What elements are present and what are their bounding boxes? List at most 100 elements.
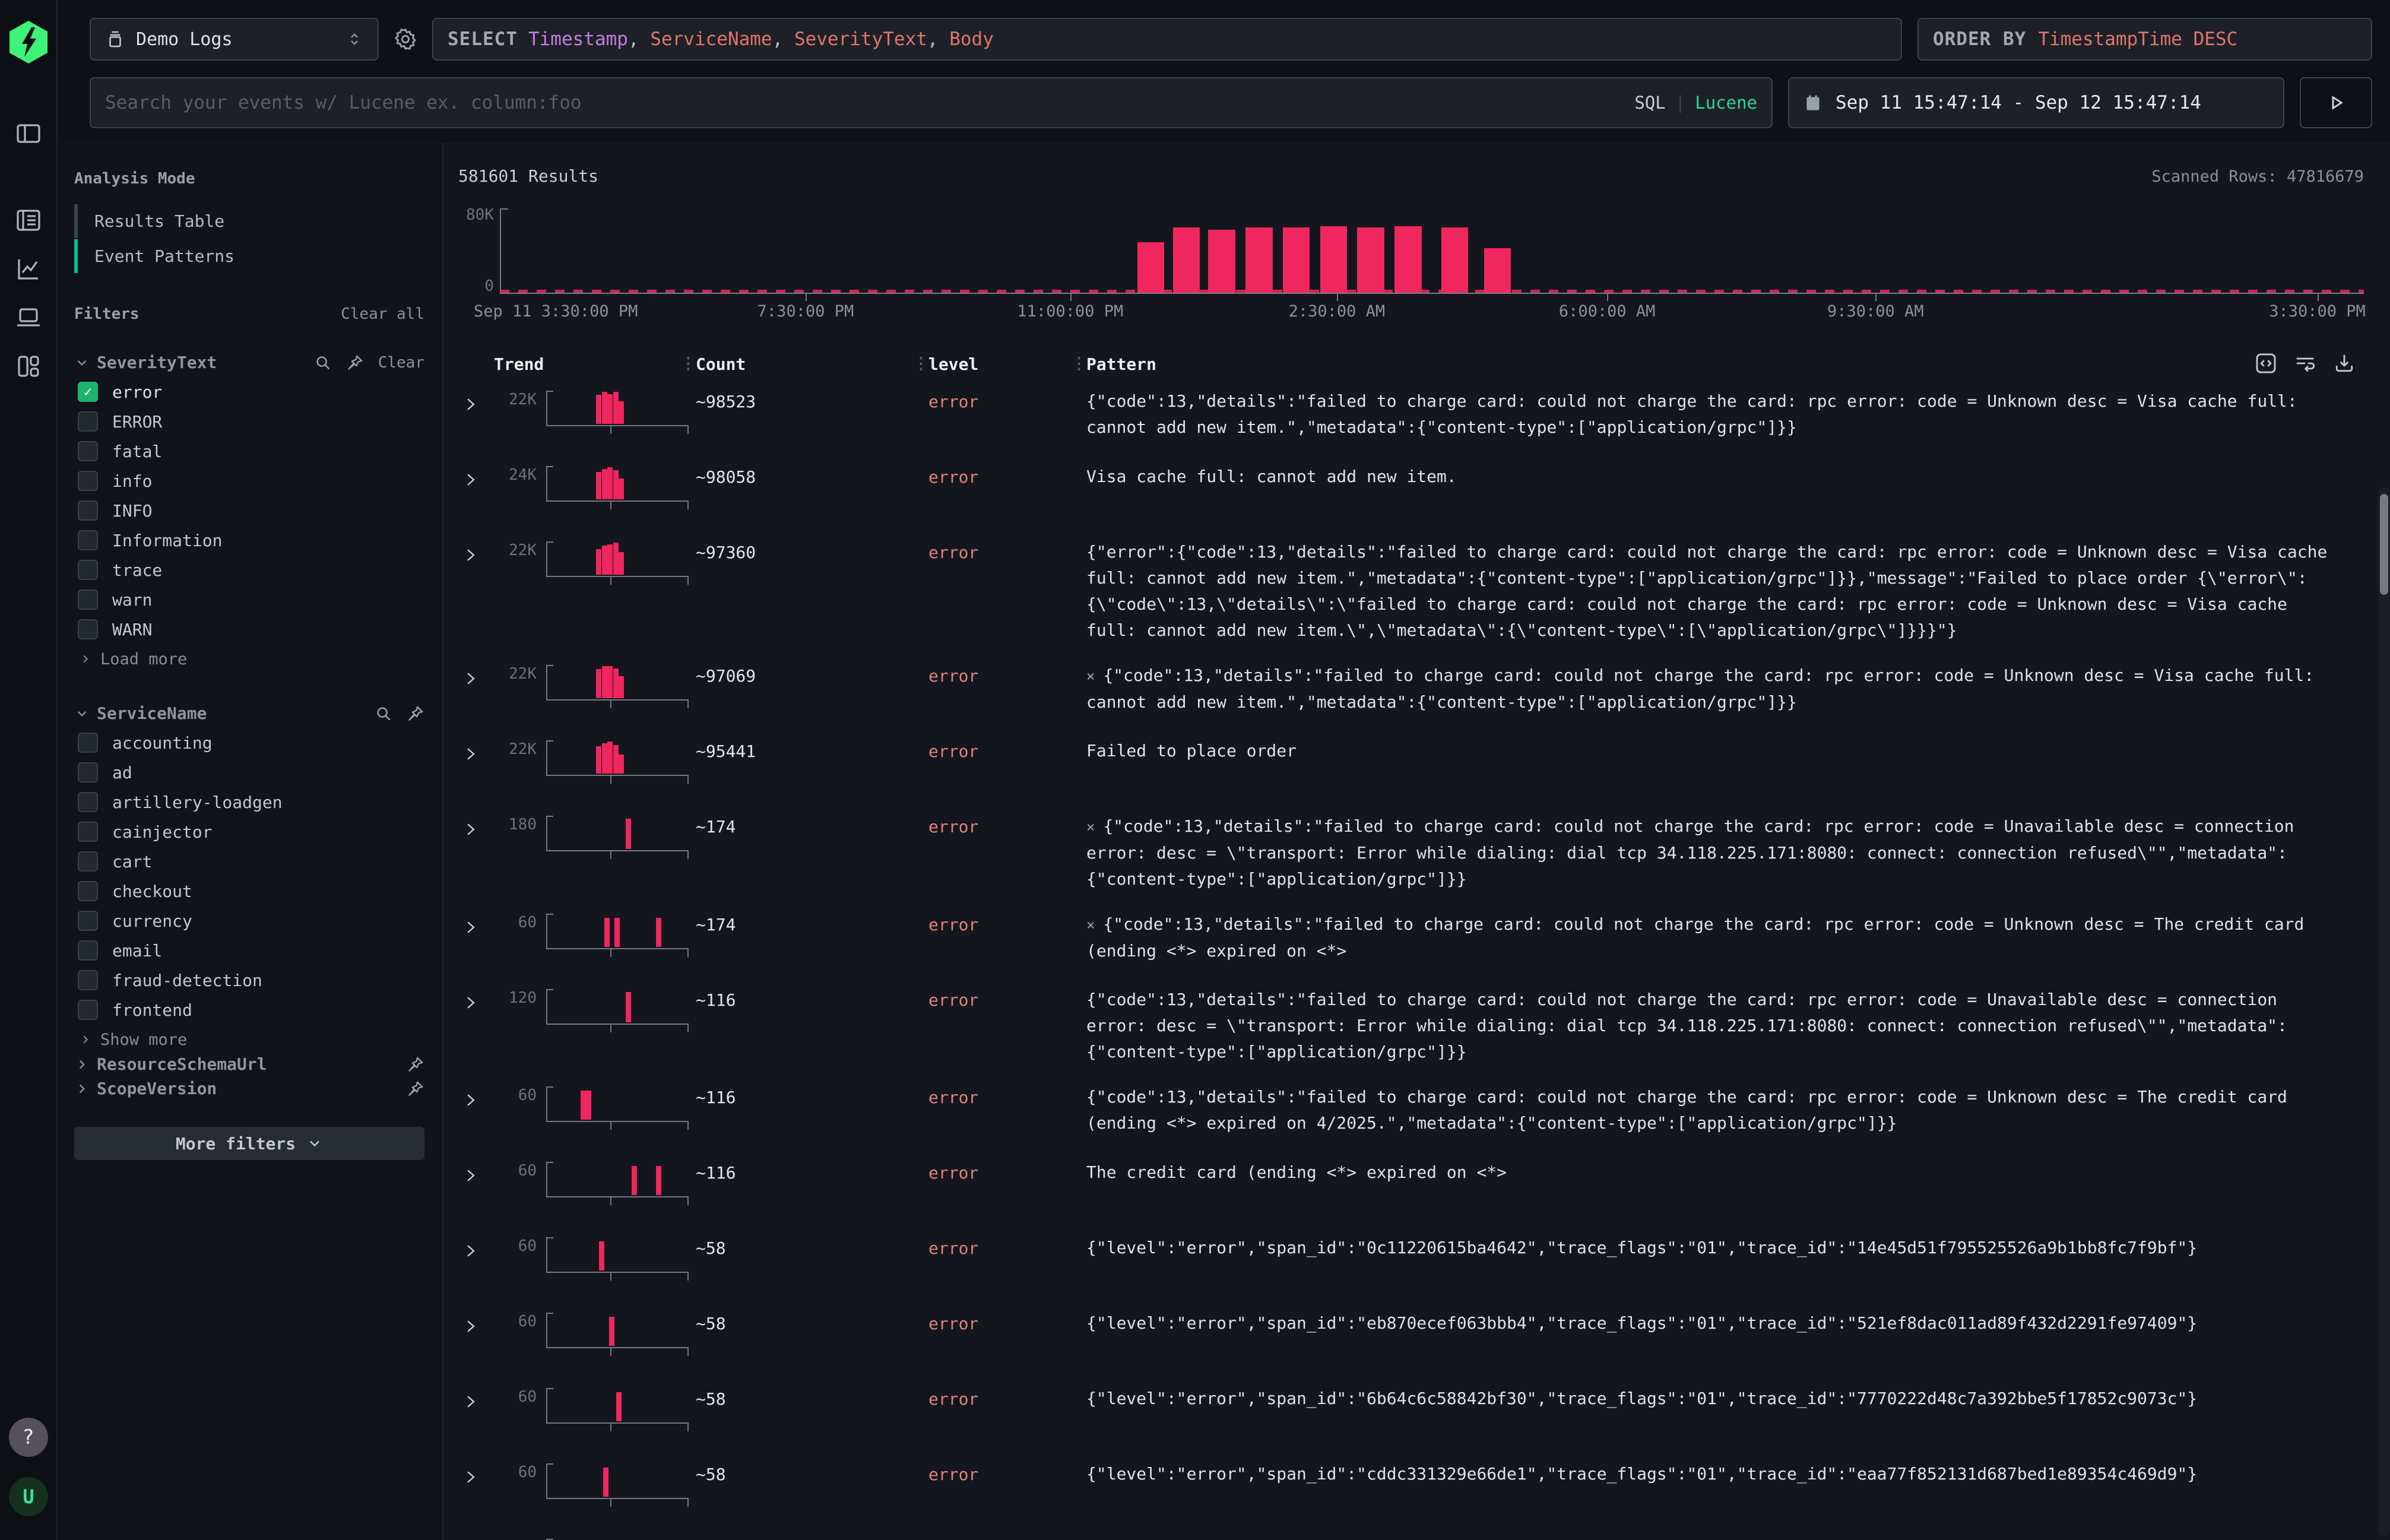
app-logo[interactable] (8, 20, 49, 64)
pin-icon[interactable] (407, 1080, 424, 1098)
checkbox[interactable] (78, 940, 98, 961)
filter-option-currency[interactable]: currency (74, 906, 424, 936)
pin-icon[interactable] (407, 1056, 424, 1073)
filter-option-cainjector[interactable]: cainjector (74, 817, 424, 847)
filter-option-frontend[interactable]: frontend (74, 995, 424, 1025)
exclude-x-icon[interactable]: × (1086, 819, 1095, 835)
checkbox[interactable] (78, 792, 98, 812)
filter-option-fraud-detection[interactable]: fraud-detection (74, 965, 424, 995)
checkbox[interactable] (78, 881, 98, 901)
checkbox[interactable] (78, 911, 98, 931)
table-row[interactable]: 60~174error×{"code":13,"details":"failed… (458, 901, 2364, 976)
pin-icon[interactable] (407, 705, 424, 723)
search-logs-icon[interactable] (13, 205, 44, 236)
table-row[interactable]: 60~116error{"code":13,"details":"failed … (458, 1073, 2364, 1149)
clear-all-filters[interactable]: Clear all (341, 305, 424, 323)
checkbox[interactable] (78, 441, 98, 461)
chevron-right-icon[interactable] (462, 918, 480, 936)
filter-section-header-resourceschemaurl[interactable]: ResourceSchemaUrl (74, 1054, 424, 1074)
chevron-right-icon[interactable] (462, 1393, 480, 1411)
filter-section-header-scopeversion[interactable]: ScopeVersion (74, 1079, 424, 1098)
filter-option-error[interactable]: ERROR (74, 407, 424, 436)
filter-option-info[interactable]: INFO (74, 496, 424, 525)
filter-option-checkout[interactable]: checkout (74, 876, 424, 906)
checkbox[interactable] (78, 822, 98, 842)
run-query-button[interactable] (2300, 77, 2372, 128)
chevron-right-icon[interactable] (462, 546, 480, 564)
chart-explorer-icon[interactable] (13, 254, 44, 284)
chevron-right-icon[interactable] (462, 395, 480, 413)
dashboards-icon[interactable] (13, 351, 44, 382)
help-button[interactable]: ? (9, 1418, 48, 1457)
scrollbar-thumb[interactable] (2380, 494, 2388, 595)
chevron-right-icon[interactable] (462, 820, 480, 838)
pin-icon[interactable] (346, 354, 364, 372)
filter-option-ad[interactable]: ad (74, 758, 424, 787)
gear-icon[interactable] (392, 18, 419, 61)
filter-option-info[interactable]: info (74, 466, 424, 496)
filter-section-header-servicename[interactable]: ServiceName (74, 704, 424, 723)
chevron-right-icon[interactable] (462, 994, 480, 1012)
checkbox[interactable] (78, 970, 98, 990)
order-by-input[interactable]: ORDER BY TimestampTime DESC (1917, 18, 2372, 61)
download-icon[interactable] (2333, 352, 2356, 375)
more-filters-button[interactable]: More filters (74, 1127, 424, 1160)
mode-sql[interactable]: SQL (1634, 93, 1665, 113)
table-row[interactable]: 60~116errorThe credit card (ending <*> e… (458, 1149, 2364, 1224)
checkbox[interactable] (78, 733, 98, 753)
checkbox[interactable] (78, 851, 98, 872)
exclude-x-icon[interactable]: × (1086, 917, 1095, 933)
checkbox[interactable] (78, 471, 98, 491)
filter-option-fatal[interactable]: fatal (74, 436, 424, 466)
code-view-icon[interactable] (2255, 352, 2277, 375)
select-query-input[interactable]: SELECT Timestamp, ServiceName, SeverityT… (432, 18, 1902, 61)
vertical-scrollbar[interactable] (2378, 487, 2390, 1536)
chevron-right-icon[interactable] (462, 471, 480, 489)
analysis-mode-option[interactable]: Results Table (74, 204, 424, 238)
checkbox[interactable]: ✓ (78, 382, 98, 402)
exclude-x-icon[interactable]: × (1086, 668, 1095, 685)
load-more-link[interactable]: Load more (74, 644, 424, 674)
checkbox[interactable] (78, 560, 98, 580)
wrap-lines-icon[interactable] (2294, 352, 2316, 375)
table-row[interactable]: 24K~98058errorVisa cache full: cannot ad… (458, 453, 2364, 528)
drag-handle-icon[interactable]: ⋮ (680, 354, 696, 373)
chevron-right-icon[interactable] (462, 1091, 480, 1109)
drag-handle-icon[interactable]: ⋮ (1071, 354, 1087, 373)
sessions-icon[interactable] (13, 302, 44, 333)
table-row[interactable]: 60~58error{"level":"error","span_id":"33… (458, 1526, 2364, 1540)
load-more-link[interactable]: Show more (74, 1025, 424, 1054)
table-row[interactable]: 60~58error{"level":"error","span_id":"6b… (458, 1375, 2364, 1450)
table-row[interactable]: 60~58error{"level":"error","span_id":"eb… (458, 1300, 2364, 1375)
search-input[interactable]: Search your events w/ Lucene ex. column:… (90, 77, 1773, 128)
checkbox[interactable] (78, 530, 98, 550)
checkbox[interactable] (78, 619, 98, 639)
table-row[interactable]: 180~174error×{"code":13,"details":"faile… (458, 803, 2364, 901)
mode-lucene[interactable]: Lucene (1695, 93, 1757, 113)
table-row[interactable]: 22K~95441errorFailed to place order (458, 727, 2364, 803)
filter-option-accounting[interactable]: accounting (74, 728, 424, 758)
filter-section-header-severitytext[interactable]: SeverityTextClear (74, 353, 424, 372)
chevron-right-icon[interactable] (462, 1242, 480, 1260)
chevron-right-icon[interactable] (462, 745, 480, 763)
checkbox[interactable] (78, 1000, 98, 1020)
table-row[interactable]: 22K~97069error×{"code":13,"details":"fai… (458, 652, 2364, 727)
checkbox[interactable] (78, 762, 98, 782)
checkbox[interactable] (78, 500, 98, 521)
filter-option-email[interactable]: email (74, 936, 424, 965)
avatar[interactable]: U (9, 1477, 48, 1516)
checkbox[interactable] (78, 590, 98, 610)
filter-option-trace[interactable]: trace (74, 555, 424, 585)
table-row[interactable]: 22K~98523error{"code":13,"details":"fail… (458, 378, 2364, 453)
source-select[interactable]: Demo Logs (90, 18, 379, 61)
filter-option-artillery-loadgen[interactable]: artillery-loadgen (74, 787, 424, 817)
analysis-mode-option[interactable]: Event Patterns (74, 239, 424, 273)
filter-option-warn[interactable]: WARN (74, 614, 424, 644)
table-row[interactable]: 120~116error{"code":13,"details":"failed… (458, 976, 2364, 1073)
drag-handle-icon[interactable]: ⋮ (913, 354, 929, 373)
filter-option-information[interactable]: Information (74, 525, 424, 555)
collapse-sidebar-icon[interactable] (13, 118, 44, 149)
clear-filter-link[interactable]: Clear (378, 354, 424, 372)
chevron-right-icon[interactable] (462, 1167, 480, 1184)
search-icon[interactable] (375, 705, 392, 723)
